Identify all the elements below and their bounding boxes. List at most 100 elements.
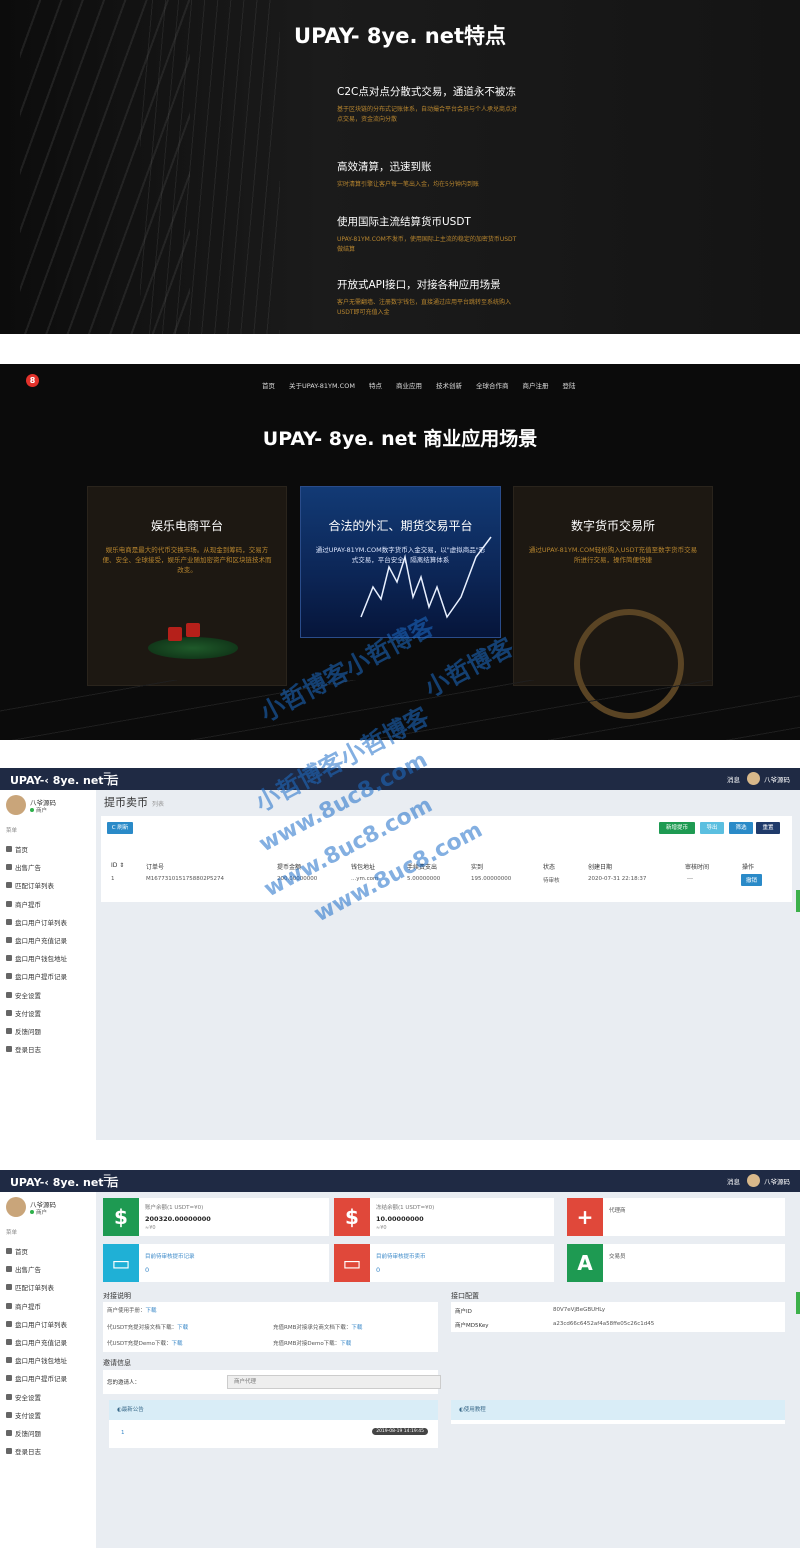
clipboard-icon [6, 1339, 12, 1346]
sidebar-item-label: 盘口用户钱包地址 [15, 955, 67, 964]
download-link[interactable]: 下载 [177, 1325, 188, 1331]
menu-toggle-icon[interactable]: ☰ [103, 772, 111, 782]
sidebar-item-wallet-address[interactable]: 盘口用户钱包地址 [6, 949, 67, 967]
sidebar-item-match-orders[interactable]: 匹配订单列表 [6, 876, 67, 894]
revoke-button[interactable]: 撤销 [741, 874, 763, 886]
sidebar-item-user-orders[interactable]: 盘口用户订单列表 [6, 913, 67, 931]
nav-item-business[interactable]: 商业应用 [396, 380, 422, 390]
trader-icon: A [567, 1244, 603, 1282]
admin-topbar: UPAY-‹ 8ye. net 后 ☰ 消息 八爷源码 [0, 1170, 800, 1192]
sidebar-item-withdraw[interactable]: 商户提币 [6, 1297, 67, 1315]
scrollbar[interactable] [796, 1292, 800, 1314]
sidebar-item-ads[interactable]: 出售广告 [6, 858, 67, 876]
col-status: 状态 [543, 864, 556, 871]
sidebar-item-wallet-address[interactable]: 盘口用户钱包地址 [6, 1351, 67, 1369]
avatar[interactable] [747, 1174, 760, 1187]
menu-toggle-icon[interactable]: ☰ [103, 1174, 111, 1184]
stat-trader[interactable]: A 交易员 [567, 1244, 785, 1282]
reset-button[interactable]: 重置 [756, 822, 780, 834]
api-key-label: 商户MD5Key [455, 1323, 489, 1329]
building-background-2 [140, 0, 280, 334]
notice-item[interactable]: 1 [121, 1430, 125, 1436]
main-content: 提币卖币 列表 C 刷新 新增提币 导出 筛选 重置 ID ⇕ 订单号 提币金额 … [96, 790, 800, 1140]
col-op: 操作 [742, 864, 755, 871]
docking-panel: 商户使用手册：下载 代USDT充提对接文档下载：下载 充值RMB对接承兑商文档下… [103, 1302, 438, 1352]
add-withdraw-button[interactable]: 新增提币 [659, 822, 695, 834]
dice-image [186, 623, 200, 637]
nav-item-partners[interactable]: 全球合作商 [476, 380, 509, 390]
docking-text: 代USDT充提对接文档下载： [107, 1325, 178, 1331]
sidebar-item-user-orders[interactable]: 盘口用户订单列表 [6, 1315, 67, 1333]
page-title: 提币卖币 列表 [104, 794, 164, 810]
scrollbar[interactable] [796, 890, 800, 912]
refresh-button[interactable]: C 刷新 [107, 822, 133, 834]
sidebar-item-withdraw[interactable]: 商户提币 [6, 895, 67, 913]
download-link[interactable]: 下载 [351, 1325, 362, 1331]
casino-chips-image [148, 637, 238, 659]
stat-pending-sell[interactable]: ▭ 目前待审核提币卖币 0 [334, 1244, 554, 1282]
feature-item: 开放式API接口，对接各种应用场景 客户无需翻墙、注册数字钱包，直接通过应用平台… [337, 278, 517, 318]
add-user-icon: + [567, 1198, 603, 1236]
sidebar-item-label: 支付设置 [15, 1411, 41, 1420]
nav-item-login[interactable]: 登陆 [562, 380, 575, 390]
sidebar-item-feedback[interactable]: 反馈问题 [6, 1022, 67, 1040]
sidebar-item-payment[interactable]: 支付设置 [6, 1406, 67, 1424]
messages-link[interactable]: 消息 [727, 774, 740, 784]
features-title: UPAY- 8ye. net特点 [294, 24, 506, 48]
feature-title: 高效清算，迅速到账 [337, 161, 432, 173]
stat-agent[interactable]: + 代理商 [567, 1198, 785, 1236]
sidebar: 八爷源码 商户 菜单 首页 出售广告 匹配订单列表 商户提币 盘口用户订单列表 … [0, 790, 96, 1140]
stat-label: 代理商 [609, 1208, 626, 1214]
stat-value: 200320.00000000 [145, 1215, 211, 1223]
site-logo[interactable]: 8 [26, 374, 39, 387]
shield-icon [6, 1393, 12, 1400]
sidebar-item-match-orders[interactable]: 匹配订单列表 [6, 1278, 67, 1296]
sidebar-item-withdraw-records[interactable]: 盘口用户提币记录 [6, 967, 67, 985]
sidebar-item-withdraw-records[interactable]: 盘口用户提币记录 [6, 1369, 67, 1387]
sidebar-item-payment[interactable]: 支付设置 [6, 1004, 67, 1022]
feature-item: 使用国际主流结算货币USDT UPAY-81YM.COM不发币，使用国际上主流的… [337, 215, 517, 255]
sidebar-item-security[interactable]: 安全设置 [6, 1388, 67, 1406]
feature-item: C2C点对点分散式交易，通道永不被冻 基于区块链的分布式记账体系，自动撮合平台会… [337, 85, 517, 125]
filter-button[interactable]: 筛选 [729, 822, 753, 834]
nav-item-register[interactable]: 商户注册 [522, 380, 548, 390]
stat-value: 10.00000000 [376, 1215, 424, 1223]
page-title-text: 提币卖币 [104, 796, 148, 809]
nav-item-about[interactable]: 关于UPAY-81YM.COM [289, 380, 355, 390]
avatar[interactable] [747, 772, 760, 785]
download-link[interactable]: 下载 [340, 1341, 351, 1347]
stat-frozen[interactable]: $ 冻结余额(1 USDT=¥0) 10.00000000 ≈¥0 [334, 1198, 554, 1236]
sidebar-item-label: 安全设置 [15, 991, 41, 1000]
download-link[interactable]: 下载 [146, 1308, 157, 1314]
sidebar-item-login-log[interactable]: 登录日志 [6, 1442, 67, 1460]
log-icon [6, 1448, 12, 1455]
sidebar-item-recharge[interactable]: 盘口用户充值记录 [6, 931, 67, 949]
stat-label: 目前待审核提币卖币 [376, 1254, 426, 1260]
nav-item-tech[interactable]: 技术创新 [436, 380, 462, 390]
col-id[interactable]: ID ⇕ [111, 862, 124, 869]
sidebar-item-login-log[interactable]: 登录日志 [6, 1040, 67, 1058]
user-name[interactable]: 八爷源码 [764, 1176, 790, 1186]
stat-pending-withdraw[interactable]: ▭ 目前待审核提币记录 0 [103, 1244, 329, 1282]
dice-image [168, 627, 182, 641]
sidebar-item-security[interactable]: 安全设置 [6, 986, 67, 1004]
nav-item-features[interactable]: 特点 [369, 380, 382, 390]
notice-header: ◐最新公告 [109, 1400, 438, 1420]
export-button[interactable]: 导出 [700, 822, 724, 834]
user-name[interactable]: 八爷源码 [764, 774, 790, 784]
messages-link[interactable]: 消息 [727, 1176, 740, 1186]
sidebar-item-home[interactable]: 首页 [6, 1242, 67, 1260]
sidebar-item-home[interactable]: 首页 [6, 840, 67, 858]
stat-balance[interactable]: $ 账户余额(1 USDT=¥0) 200320.00000000 ≈¥0 [103, 1198, 329, 1236]
invite-field[interactable]: 商户代理 [227, 1375, 441, 1389]
nav-item-home[interactable]: 首页 [262, 380, 275, 390]
sidebar-item-ads[interactable]: 出售广告 [6, 1260, 67, 1278]
cell-id: 1 [111, 876, 115, 882]
sidebar-item-recharge[interactable]: 盘口用户充值记录 [6, 1333, 67, 1351]
download-link[interactable]: 下载 [171, 1341, 182, 1347]
admin-topbar: UPAY-‹ 8ye. net 后 ☰ 消息 八爷源码 [0, 768, 800, 790]
card-forex: 合法的外汇、期货交易平台 通过UPAY-81YM.COM数字货币入金交易，以"虚… [300, 486, 501, 638]
sidebar-avatar [6, 1197, 26, 1217]
sidebar-item-feedback[interactable]: 反馈问题 [6, 1424, 67, 1442]
card-entertainment: 娱乐电商平台 娱乐电商是最大的代币交换市场。从现金到筹码，交易方便、安全、全球接… [87, 486, 287, 686]
